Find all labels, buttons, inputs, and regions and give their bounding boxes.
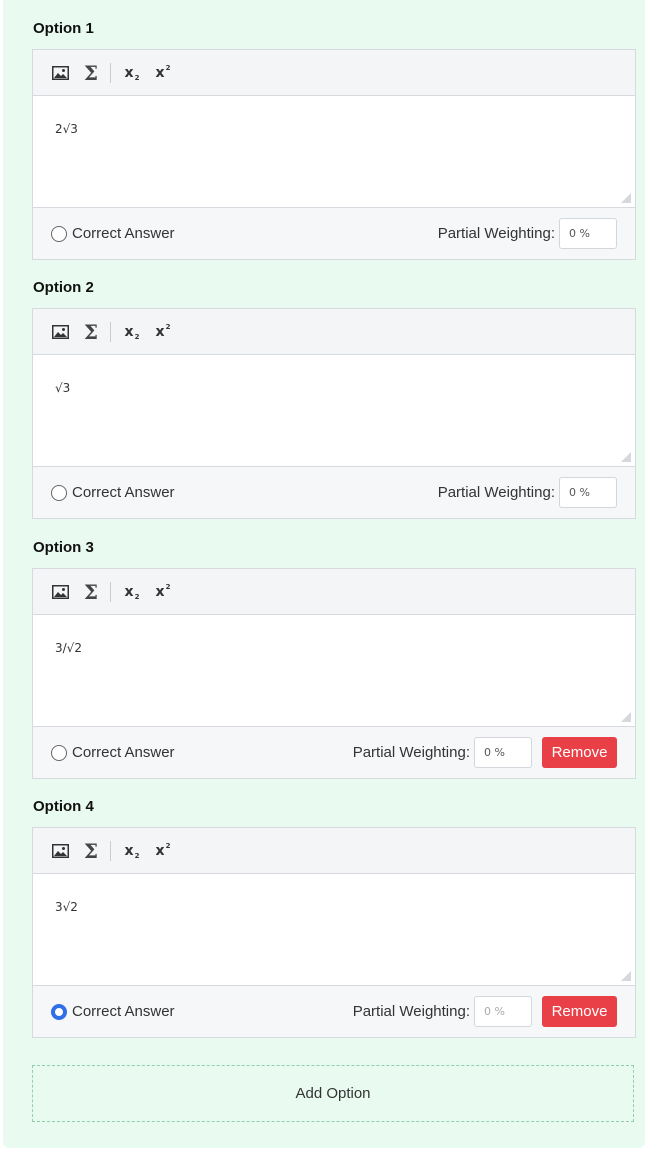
option-1-title: Option 1 <box>33 20 94 37</box>
superscript-icon[interactable]: x2 <box>148 580 172 604</box>
add-option-button[interactable]: Add Option <box>32 1065 634 1122</box>
partial-weighting-label: Partial Weighting: <box>437 225 555 242</box>
sigma-icon[interactable]: Σ <box>79 61 103 85</box>
option-4-footer: Correct Answer Partial Weighting: 0 % Re… <box>33 986 635 1037</box>
option-3-title: Option 3 <box>33 539 94 556</box>
image-icon[interactable] <box>48 580 72 604</box>
image-icon[interactable] <box>48 61 72 85</box>
superscript-icon[interactable]: x2 <box>148 839 172 863</box>
option-content-text: 3/√2 <box>55 641 82 655</box>
partial-weighting-input[interactable]: 0 % <box>559 218 617 249</box>
correct-answer-label: Correct Answer <box>72 744 175 761</box>
option-content-text: 3√2 <box>55 900 78 914</box>
editor-toolbar: Σ x2 x2 <box>33 309 635 355</box>
resize-handle-icon[interactable] <box>621 712 631 722</box>
correct-answer-radio[interactable] <box>51 744 67 761</box>
toolbar-divider <box>110 321 111 342</box>
resize-handle-icon[interactable] <box>621 971 631 981</box>
correct-answer-radio[interactable] <box>51 484 67 501</box>
option-content-text: √3 <box>55 381 71 395</box>
option-1-footer: Correct Answer Partial Weighting: 0 % <box>33 208 635 259</box>
resize-handle-icon[interactable] <box>621 193 631 203</box>
toolbar-divider <box>110 62 111 83</box>
correct-answer-radio[interactable] <box>51 1003 67 1020</box>
option-2-footer: Correct Answer Partial Weighting: 0 % <box>33 467 635 518</box>
option-3-content[interactable]: 3/√2 <box>33 615 635 727</box>
option-3-editor: Σ x2 x2 3/√2 Correct Answer Partial Weig… <box>32 568 636 779</box>
sigma-icon[interactable]: Σ <box>79 320 103 344</box>
editor-toolbar: Σ x2 x2 <box>33 828 635 874</box>
option-4-editor: Σ x2 x2 3√2 Correct Answer Partial Weigh… <box>32 827 636 1038</box>
option-2-title: Option 2 <box>33 279 94 296</box>
toolbar-divider <box>110 581 111 602</box>
remove-button[interactable]: Remove <box>542 996 617 1027</box>
correct-answer-label: Correct Answer <box>72 225 175 242</box>
subscript-icon[interactable]: x2 <box>117 580 141 604</box>
subscript-icon[interactable]: x2 <box>117 320 141 344</box>
image-icon[interactable] <box>48 839 72 863</box>
option-2-content[interactable]: √3 <box>33 355 635 467</box>
partial-weighting-label: Partial Weighting: <box>437 484 555 501</box>
options-panel: Option 1 Σ x2 x2 2√3 Correct Answer Part… <box>3 0 645 1148</box>
editor-toolbar: Σ x2 x2 <box>33 569 635 615</box>
option-4-content[interactable]: 3√2 <box>33 874 635 986</box>
superscript-icon[interactable]: x2 <box>148 61 172 85</box>
remove-button[interactable]: Remove <box>542 737 617 768</box>
partial-weighting-input[interactable]: 0 % <box>474 737 532 768</box>
superscript-icon[interactable]: x2 <box>148 320 172 344</box>
option-1-editor: Σ x2 x2 2√3 Correct Answer Partial Weigh… <box>32 49 636 260</box>
subscript-icon[interactable]: x2 <box>117 61 141 85</box>
partial-weighting-label: Partial Weighting: <box>352 744 470 761</box>
option-3-footer: Correct Answer Partial Weighting: 0 % Re… <box>33 727 635 778</box>
resize-handle-icon[interactable] <box>621 452 631 462</box>
correct-answer-radio[interactable] <box>51 225 67 242</box>
option-content-text: 2√3 <box>55 122 78 136</box>
correct-answer-label: Correct Answer <box>72 484 175 501</box>
correct-answer-label: Correct Answer <box>72 1003 175 1020</box>
partial-weighting-input[interactable]: 0 % <box>559 477 617 508</box>
partial-weighting-label: Partial Weighting: <box>352 1003 470 1020</box>
sigma-icon[interactable]: Σ <box>79 839 103 863</box>
option-1-content[interactable]: 2√3 <box>33 96 635 208</box>
editor-toolbar: Σ x2 x2 <box>33 50 635 96</box>
partial-weighting-input[interactable]: 0 % <box>474 996 532 1027</box>
sigma-icon[interactable]: Σ <box>79 580 103 604</box>
toolbar-divider <box>110 840 111 861</box>
image-icon[interactable] <box>48 320 72 344</box>
subscript-icon[interactable]: x2 <box>117 839 141 863</box>
option-2-editor: Σ x2 x2 √3 Correct Answer Partial Weight… <box>32 308 636 519</box>
option-4-title: Option 4 <box>33 798 94 815</box>
